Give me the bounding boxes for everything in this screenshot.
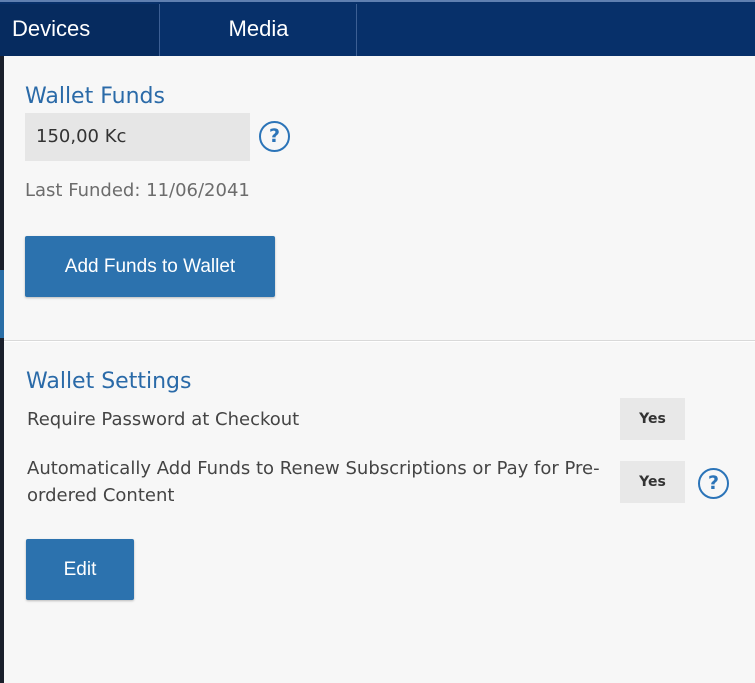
- question-mark-icon[interactable]: ?: [698, 468, 729, 499]
- last-funded-text: Last Funded: 11/06/2041: [25, 180, 250, 201]
- wallet-settings-title: Wallet Settings: [26, 369, 192, 394]
- sidebar-active-indicator: [0, 270, 4, 338]
- question-mark-icon[interactable]: ?: [259, 121, 290, 152]
- add-funds-button[interactable]: Add Funds to Wallet: [25, 236, 275, 297]
- left-sidebar-edge: [0, 56, 4, 683]
- setting-require-password-label: Require Password at Checkout: [27, 409, 300, 430]
- wallet-balance-field: 150,00 Kc: [25, 113, 250, 161]
- setting-auto-add-funds-value: Yes: [620, 461, 685, 503]
- top-navigation-bar: Devices Media: [0, 0, 755, 56]
- tab-devices[interactable]: Devices: [0, 4, 160, 56]
- section-divider: [4, 340, 755, 342]
- tab-media[interactable]: Media: [161, 4, 357, 56]
- setting-require-password-value: Yes: [620, 398, 685, 440]
- setting-auto-add-funds-label: Automatically Add Funds to Renew Subscri…: [27, 458, 600, 506]
- wallet-funds-title: Wallet Funds: [25, 84, 165, 109]
- edit-button[interactable]: Edit: [26, 539, 134, 600]
